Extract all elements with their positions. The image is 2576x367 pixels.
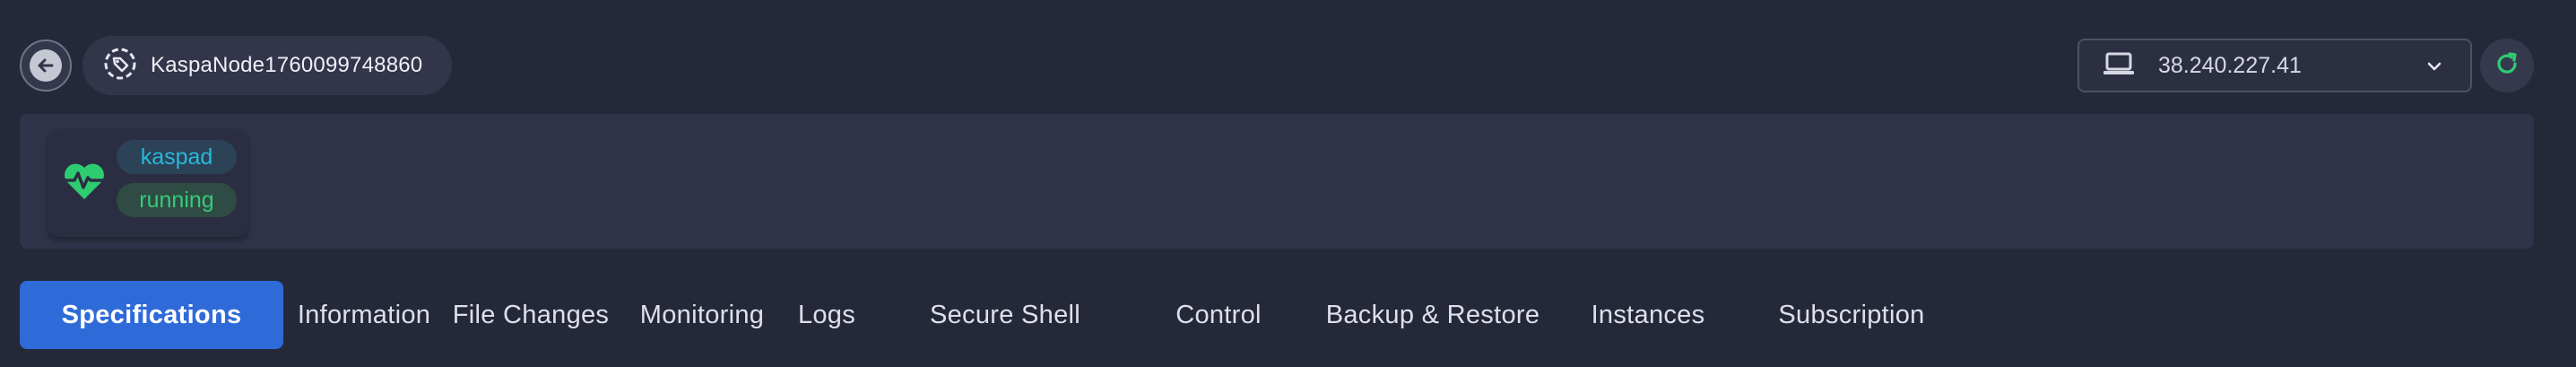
service-panel: kaspad running bbox=[20, 114, 2534, 249]
service-card[interactable]: kaspad running bbox=[48, 129, 247, 237]
back-button[interactable] bbox=[20, 39, 72, 92]
tab-secure-shell[interactable]: Secure Shell bbox=[866, 281, 1144, 349]
refresh-icon bbox=[2494, 50, 2520, 82]
refresh-button[interactable] bbox=[2480, 39, 2534, 92]
node-page: KaspaNode1760099748860 38.240.227.41 kas… bbox=[0, 0, 2576, 367]
tab-bar: Specifications Information File Changes … bbox=[20, 281, 1980, 349]
tab-file-changes[interactable]: File Changes bbox=[445, 281, 617, 349]
node-name-pill[interactable]: KaspaNode1760099748860 bbox=[82, 36, 452, 95]
tab-information[interactable]: Information bbox=[283, 281, 445, 349]
node-name: KaspaNode1760099748860 bbox=[151, 53, 423, 77]
service-name-badge: kaspad bbox=[117, 140, 237, 174]
tab-specifications[interactable]: Specifications bbox=[20, 281, 283, 349]
tab-backup-restore[interactable]: Backup & Restore bbox=[1293, 281, 1573, 349]
tab-control[interactable]: Control bbox=[1144, 281, 1293, 349]
tab-instances[interactable]: Instances bbox=[1573, 281, 1723, 349]
ip-address-value: 38.240.227.41 bbox=[2158, 52, 2302, 78]
ip-address-select[interactable]: 38.240.227.41 bbox=[2077, 39, 2472, 92]
laptop-icon bbox=[2103, 51, 2135, 81]
tab-subscription[interactable]: Subscription bbox=[1723, 281, 1980, 349]
arrow-left-icon bbox=[30, 49, 62, 82]
heart-pulse-icon bbox=[61, 160, 108, 207]
tab-monitoring[interactable]: Monitoring bbox=[617, 281, 787, 349]
service-status-badge: running bbox=[117, 183, 237, 217]
tab-logs[interactable]: Logs bbox=[787, 281, 866, 349]
chevron-down-icon bbox=[2425, 57, 2443, 80]
tag-icon bbox=[102, 46, 138, 86]
